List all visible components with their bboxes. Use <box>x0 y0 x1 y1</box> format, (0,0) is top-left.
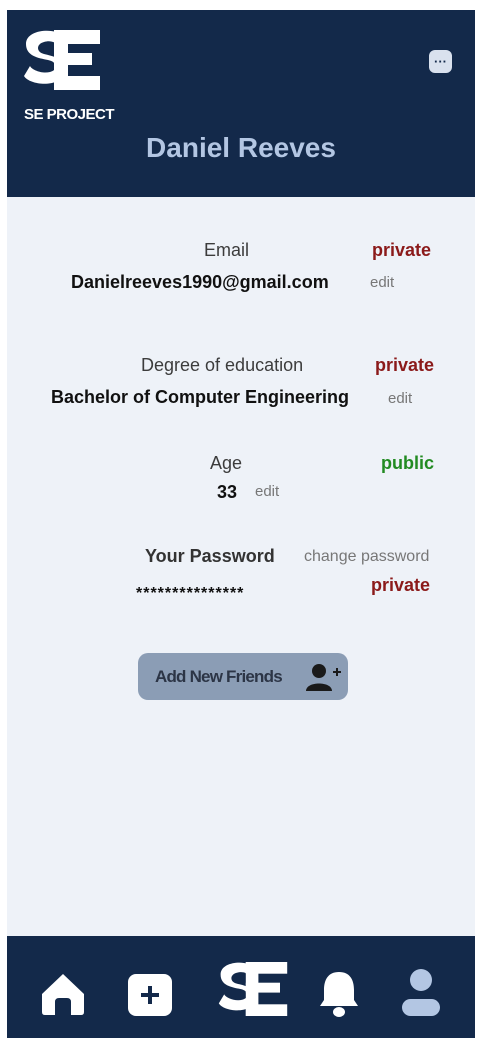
password-label: Your Password <box>145 546 275 566</box>
education-edit-link[interactable]: edit <box>388 390 412 407</box>
header: SE PROJECT ··· Daniel Reeves <box>7 10 475 197</box>
bottom-nav <box>7 936 475 1038</box>
user-name: Daniel Reeves <box>146 132 336 163</box>
email-label: Email <box>204 240 250 260</box>
home-icon[interactable] <box>40 972 86 1016</box>
education-visibility[interactable]: private <box>375 355 434 376</box>
password-visibility[interactable]: private <box>371 575 430 596</box>
add-user-icon <box>306 664 341 691</box>
education-label: Degree of education <box>141 355 304 375</box>
app-screen: SE PROJECT ··· Daniel Reeves Email priva… <box>7 10 475 1038</box>
email-visibility[interactable]: private <box>372 240 431 261</box>
se-logo-icon[interactable] <box>217 958 289 1020</box>
se-logo-icon <box>24 30 100 90</box>
profile-icon[interactable] <box>401 968 441 1018</box>
bell-icon[interactable] <box>318 970 360 1020</box>
add-new-friends-button[interactable]: Add New Friends <box>138 653 348 700</box>
education-value: Bachelor of Computer Engineering <box>51 387 350 407</box>
logo-text: SE PROJECT <box>24 106 115 123</box>
more-options-button[interactable]: ··· <box>429 50 452 73</box>
age-edit-link[interactable]: edit <box>255 483 279 500</box>
more-dots-icon: ··· <box>434 54 447 69</box>
change-password-link[interactable]: change password <box>304 548 429 566</box>
email-value: Danielreeves1990@gmail.com <box>71 272 329 292</box>
age-label: Age <box>210 453 243 473</box>
se-project-logo[interactable]: SE PROJECT <box>22 26 126 123</box>
age-visibility[interactable]: public <box>381 453 434 474</box>
add-icon[interactable] <box>127 973 173 1017</box>
password-value: *************** <box>136 585 245 602</box>
add-new-friends-label: Add New Friends <box>155 667 283 686</box>
age-value: 33 <box>217 482 238 502</box>
email-edit-link[interactable]: edit <box>370 274 394 291</box>
